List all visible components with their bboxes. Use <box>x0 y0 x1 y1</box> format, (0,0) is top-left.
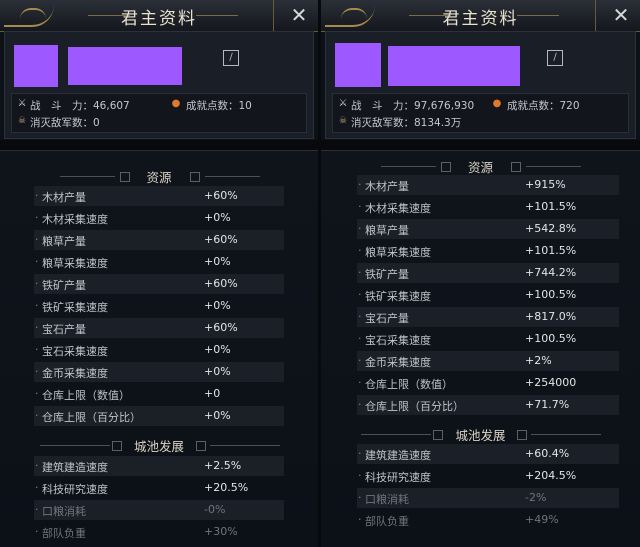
power-value: 97,676,930 <box>414 100 475 112</box>
list-item: 粮草采集速度+0% <box>34 252 284 272</box>
list-item: 木材采集速度+0% <box>34 208 284 228</box>
list-item: 科技研究速度+204.5% <box>357 466 619 486</box>
kills-value: 8134.3万 <box>414 117 462 129</box>
kills-stat: 消灭敌军数：8134.3万 <box>351 115 461 130</box>
edit-icon[interactable]: ∕ <box>547 50 563 66</box>
list-item: 铁矿采集速度+100.5% <box>357 285 619 305</box>
section-header-city-development: 城池发展 <box>321 425 640 444</box>
list-item: 铁矿采集速度+0% <box>34 296 284 316</box>
crossed-swords-icon: ⚔ <box>17 98 27 109</box>
lord-profile-panel-right: 君主资料 ✕ ∕ ⚔ 战 斗 力：97,676,930 ● 成就点数：720 ☠… <box>321 0 640 547</box>
achievement-stat: 成就点数：720 <box>507 98 580 113</box>
lord-profile-card: ∕ ⚔ 战 斗 力：46,607 ● 成就点数：10 ☠ 消灭敌军数：0 <box>4 31 314 139</box>
lord-name-redacted <box>68 47 182 85</box>
list-item: 仓库上限（数值）+0 <box>34 384 284 404</box>
panel-title: 君主资料 <box>121 9 197 29</box>
list-item: 仓库上限（百分比）+0% <box>34 406 284 426</box>
achievement-value: 10 <box>238 100 252 112</box>
section-title: 城池发展 <box>133 439 184 454</box>
list-item: 粮草产量+542.8% <box>357 219 619 239</box>
list-item: 铁矿产量+60% <box>34 274 284 294</box>
close-icon[interactable]: ✕ <box>288 4 310 26</box>
title-divider <box>517 15 559 16</box>
kills-label: 消灭敌军数： <box>30 117 93 129</box>
stats-box: ⚔ 战 斗 力：46,607 ● 成就点数：10 ☠ 消灭敌军数：0 <box>11 93 307 133</box>
section-title: 资源 <box>467 160 493 175</box>
list-item: 口粮消耗-0% <box>34 500 284 520</box>
achievement-medal-icon: ● <box>492 98 502 109</box>
lord-profile-panel-left: 君主资料 ✕ ∕ ⚔ 战 斗 力：46,607 ● 成就点数：10 ☠ 消灭敌军… <box>0 0 318 547</box>
power-value: 46,607 <box>93 100 130 112</box>
power-label: 战 斗 力： <box>30 100 93 112</box>
achievement-stat: 成就点数：10 <box>186 98 252 113</box>
achievement-label: 成就点数： <box>186 100 239 112</box>
list-item: 金币采集速度+2% <box>357 351 619 371</box>
list-item: 木材产量+60% <box>34 186 284 206</box>
power-label: 战 斗 力： <box>351 100 414 112</box>
kills-icon: ☠ <box>338 116 348 126</box>
list-item: 部队负重+49% <box>357 510 619 530</box>
lord-profile-card: ∕ ⚔ 战 斗 力：97,676,930 ● 成就点数：720 ☠ 消灭敌军数：… <box>325 31 636 139</box>
power-stat: 战 斗 力：97,676,930 <box>351 98 474 113</box>
list-item: 宝石采集速度+100.5% <box>357 329 619 349</box>
lord-name-redacted <box>388 46 520 86</box>
list-item: 仓库上限（数值）+254000 <box>357 373 619 393</box>
kills-value: 0 <box>93 117 100 129</box>
list-item: 宝石产量+817.0% <box>357 307 619 327</box>
achievement-value: 720 <box>559 100 580 112</box>
list-item: 宝石采集速度+0% <box>34 340 284 360</box>
close-icon[interactable]: ✕ <box>610 4 632 26</box>
list-item: 木材产量+915% <box>357 175 619 195</box>
list-item: 粮草产量+60% <box>34 230 284 250</box>
avatar-redacted <box>335 43 381 87</box>
list-item: 口粮消耗-2% <box>357 488 619 508</box>
list-item: 木材采集速度+101.5% <box>357 197 619 217</box>
attribute-list[interactable]: 资源 木材产量+915% 木材采集速度+101.5% 粮草产量+542.8% 粮… <box>321 150 640 547</box>
section-title: 城池发展 <box>455 428 506 443</box>
list-item: 粮草采集速度+101.5% <box>357 241 619 261</box>
avatar-redacted <box>14 45 58 87</box>
kills-icon: ☠ <box>17 116 27 126</box>
title-divider <box>196 15 238 16</box>
crossed-swords-icon: ⚔ <box>338 98 348 109</box>
list-item: 铁矿产量+744.2% <box>357 263 619 283</box>
list-item: 仓库上限（百分比）+71.7% <box>357 395 619 415</box>
edit-icon[interactable]: ∕ <box>223 50 239 66</box>
kills-label: 消灭敌军数： <box>351 117 414 129</box>
list-item: 部队负重+30% <box>34 522 284 542</box>
achievement-label: 成就点数： <box>507 100 560 112</box>
section-title: 资源 <box>146 170 172 185</box>
panel-title: 君主资料 <box>442 9 519 29</box>
power-stat: 战 斗 力：46,607 <box>30 98 130 113</box>
list-item: 科技研究速度+20.5% <box>34 478 284 498</box>
title-bar: 君主资料 ✕ <box>0 0 318 32</box>
section-header-resources: 资源 <box>0 167 318 186</box>
stats-box: ⚔ 战 斗 力：97,676,930 ● 成就点数：720 ☠ 消灭敌军数：81… <box>332 93 629 133</box>
list-item: 建筑建造速度+2.5% <box>34 456 284 476</box>
list-item: 宝石产量+60% <box>34 318 284 338</box>
kills-stat: 消灭敌军数：0 <box>30 115 100 130</box>
attribute-list[interactable]: 资源 木材产量+60% 木材采集速度+0% 粮草产量+60% 粮草采集速度+0%… <box>0 150 318 547</box>
title-bar: 君主资料 ✕ <box>321 0 640 32</box>
achievement-medal-icon: ● <box>171 98 181 109</box>
section-header-resources: 资源 <box>321 157 640 176</box>
section-header-city-development: 城池发展 <box>0 436 318 455</box>
list-item: 金币采集速度+0% <box>34 362 284 382</box>
list-item: 建筑建造速度+60.4% <box>357 444 619 464</box>
